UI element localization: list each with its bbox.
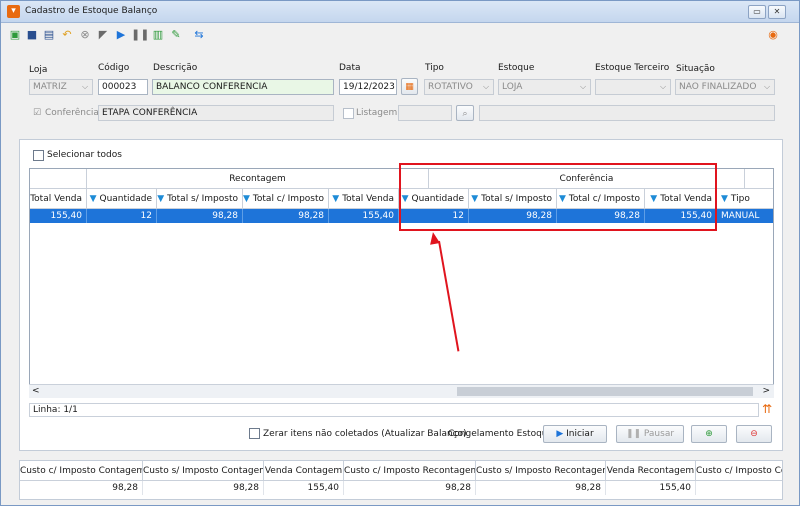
- summary-value: 98,28: [476, 481, 606, 495]
- data-field[interactable]: 19/12/2023: [339, 79, 397, 95]
- estoque-label: Estoque: [498, 63, 535, 73]
- col-recontagem-total-venda[interactable]: ▼ Total Venda: [329, 189, 399, 209]
- listagem-checkbox[interactable]: [343, 108, 354, 119]
- summary-value: 155,40: [606, 481, 696, 495]
- close-button[interactable]: ✕: [768, 5, 786, 19]
- loja-label: Loja: [29, 65, 48, 75]
- filter-icon[interactable]: ▼: [332, 194, 339, 204]
- search-icon[interactable]: ⌕: [456, 105, 474, 121]
- situacao-label: Situação: [676, 64, 715, 74]
- main-window: ▾ Cadastro de Estoque Balanço ▭ ✕ ▣ ■ ▤ …: [0, 0, 800, 506]
- table-row-cell[interactable]: 12: [87, 209, 157, 223]
- filter-icon[interactable]: ▼: [90, 194, 97, 204]
- band-tail: [745, 169, 773, 189]
- filter-icon[interactable]: ▼: [721, 194, 728, 204]
- conferencia-check-icon[interactable]: ☑: [33, 108, 41, 118]
- zerar-label: Zerar itens não coletados (Atualizar Bal…: [263, 429, 467, 439]
- tipo-select[interactable]: ROTATIVO ⌵: [424, 79, 494, 95]
- stats-icon[interactable]: ▥: [150, 27, 166, 43]
- summary-grid: Custo c/ Imposto Contagem Custo s/ Impos…: [19, 460, 783, 500]
- grid-status-bar: Linha: 1/1: [29, 403, 759, 417]
- zerar-checkbox[interactable]: [249, 428, 260, 439]
- col-total-venda[interactable]: Total Venda: [30, 189, 87, 209]
- estoque-select[interactable]: LOJA ⌵: [498, 79, 591, 95]
- iniciar-button[interactable]: ▶ Iniciar: [543, 425, 607, 443]
- save-all-icon[interactable]: ▤: [41, 27, 57, 43]
- pausar-button[interactable]: ❚❚ Pausar: [616, 425, 684, 443]
- add-item-button[interactable]: ⊕: [691, 425, 727, 443]
- col-tipo[interactable]: ▼ Tipo: [717, 189, 773, 209]
- summary-col: Custo s/ Imposto Recontagem: [476, 461, 606, 481]
- select-all-label: Selecionar todos: [47, 150, 122, 160]
- col-recontagem-total-s-imposto[interactable]: ▼ Total s/ Imposto: [157, 189, 243, 209]
- col-recontagem-quantidade[interactable]: ▼ Quantidade: [87, 189, 157, 209]
- play-icon[interactable]: ▶: [113, 27, 129, 43]
- app-icon: ▾: [7, 5, 20, 18]
- remove-item-button[interactable]: ⊖: [736, 425, 772, 443]
- band-empty: [30, 169, 87, 189]
- sort-icon[interactable]: ⇈: [762, 402, 772, 416]
- listagem-field[interactable]: [398, 105, 452, 121]
- minimize-button[interactable]: ▭: [748, 5, 766, 19]
- summary-value: 98,28: [20, 481, 143, 495]
- descricao-label: Descrição: [153, 63, 198, 73]
- summary-col: Custo c/ Imposto Contagem: [20, 461, 143, 481]
- listagem-label: Listagem: [356, 108, 398, 118]
- situacao-select[interactable]: NAO FINALIZADO ⌵: [675, 79, 775, 95]
- summary-col: Custo c/ Imposto Con: [696, 461, 782, 481]
- table-row-cell[interactable]: 98,28: [157, 209, 243, 223]
- summary-value: 98,28: [344, 481, 476, 495]
- estoque-terceiro-select[interactable]: ⌵: [595, 79, 671, 95]
- help-icon[interactable]: ◉: [765, 27, 781, 43]
- refresh-icon[interactable]: ⇆: [191, 27, 207, 43]
- scroll-thumb[interactable]: [457, 387, 753, 396]
- title-bar: ▾ Cadastro de Estoque Balanço ▭ ✕: [1, 1, 799, 23]
- edit-icon[interactable]: ✎: [168, 27, 184, 43]
- scroll-left-button[interactable]: <: [32, 385, 40, 398]
- pause-icon[interactable]: ❚❚: [131, 27, 149, 43]
- loja-select[interactable]: MATRIZ ⌵: [29, 79, 93, 95]
- data-label: Data: [339, 63, 361, 73]
- congelamento-label: Congelamento Estoque: [448, 429, 554, 439]
- table-row-cell[interactable]: 98,28: [243, 209, 329, 223]
- filter-icon[interactable]: ▼: [243, 194, 250, 204]
- summary-col: Custo s/ Imposto Contagem: [143, 461, 264, 481]
- save-icon[interactable]: ■: [24, 27, 40, 43]
- pause-icon: ❚❚: [625, 429, 644, 439]
- table-row-cell[interactable]: MANUAL: [717, 209, 773, 223]
- summary-col: Custo c/ Imposto Recontagem: [344, 461, 476, 481]
- listagem-description-field: [479, 105, 775, 121]
- table-row-cell[interactable]: 155,40: [30, 209, 87, 223]
- codigo-label: Código: [98, 63, 130, 73]
- toolbar: ▣ ■ ▤ ↶ ⊗ ◤ ▶ ❚❚ ▥ ✎ ⇆ ◉: [7, 27, 787, 45]
- summary-col: Venda Recontagem: [606, 461, 696, 481]
- summary-value: [696, 481, 782, 495]
- filter-icon[interactable]: ▼: [157, 194, 164, 204]
- tipo-label: Tipo: [425, 63, 444, 73]
- calendar-icon[interactable]: ▦: [401, 78, 418, 95]
- table-row-cell[interactable]: 155,40: [329, 209, 399, 223]
- play-icon: ▶: [556, 429, 567, 439]
- estoque-terceiro-label: Estoque Terceiro: [595, 63, 670, 73]
- delete-icon[interactable]: ⊗: [77, 27, 93, 43]
- summary-col: Venda Contagem: [264, 461, 344, 481]
- flag-icon[interactable]: ◤: [95, 27, 111, 43]
- window-title: Cadastro de Estoque Balanço: [25, 6, 158, 16]
- grid-horizontal-scrollbar[interactable]: < >: [29, 384, 774, 398]
- undo-icon[interactable]: ↶: [59, 27, 75, 43]
- summary-value: 155,40: [264, 481, 344, 495]
- conferencia-label: Conferência: [45, 108, 99, 118]
- summary-value: 98,28: [143, 481, 264, 495]
- col-recontagem-total-c-imposto[interactable]: ▼ Total c/ Imposto: [243, 189, 329, 209]
- new-icon[interactable]: ▣: [7, 27, 23, 43]
- descricao-field[interactable]: BALANCO CONFERENCIA: [152, 79, 334, 95]
- codigo-field[interactable]: 000023: [98, 79, 148, 95]
- select-all-checkbox[interactable]: [33, 150, 44, 161]
- scroll-right-button[interactable]: >: [762, 385, 770, 398]
- highlight-box: [399, 163, 717, 231]
- conferencia-field[interactable]: ETAPA CONFERÊNCIA: [98, 105, 334, 121]
- band-recontagem: Recontagem: [87, 169, 429, 189]
